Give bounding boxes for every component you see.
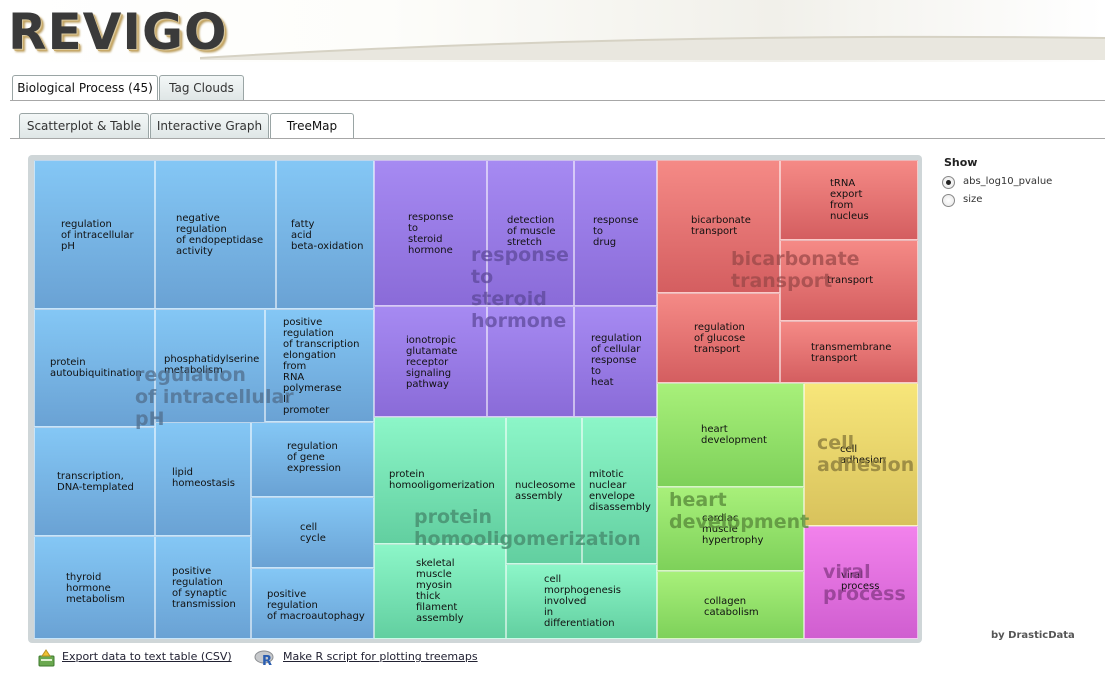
treemap-cell[interactable]: heart development	[657, 383, 804, 487]
cell-label: fatty acid beta-oxidation	[291, 219, 364, 252]
cell-label: phosphatidylserine metabolism	[164, 354, 260, 376]
treemap-cell[interactable]: regulation of gene expression	[251, 422, 374, 497]
treemap-cell[interactable]: response to steroid hormone	[374, 160, 487, 306]
show-options-panel: Show abs_log10_pvalue size	[942, 156, 1052, 211]
r-script-link[interactable]: Make R script for plotting treemaps	[283, 650, 478, 663]
view-tab-bar: Scatterplot & Table Interactive Graph Tr…	[10, 113, 1105, 139]
cell-label: positive regulation of transcription elo…	[283, 317, 360, 416]
cell-label: response to steroid hormone	[408, 212, 454, 256]
cell-label: response to drug	[593, 215, 639, 248]
cell-label: viral process	[841, 570, 880, 592]
treemap-cell[interactable]: transmembrane transport	[780, 321, 918, 383]
tab-interactive-graph[interactable]: Interactive Graph	[150, 113, 269, 138]
treemap-cell[interactable]: regulation of glucose transport	[657, 293, 780, 383]
cell-label: cell adhesion	[840, 444, 886, 466]
treemap-cell[interactable]: thyroid hormone metabolism	[34, 536, 155, 639]
tab-tag-clouds[interactable]: Tag Clouds	[159, 75, 244, 100]
top-tab-bar: Biological Process (45) Tag Clouds	[10, 75, 1105, 101]
treemap-cell[interactable]: regulation of cellular response to heat	[574, 306, 657, 417]
radio-unselected-icon[interactable]	[942, 194, 955, 207]
treemap-cell[interactable]: negative regulation of endopeptidase act…	[155, 160, 276, 309]
cell-label: cardiac muscle hypertrophy	[702, 513, 764, 546]
tab-bar-divider	[10, 100, 1105, 101]
treemap-cell[interactable]: regulation of intracellular pH	[34, 160, 155, 309]
cell-label: negative regulation of endopeptidase act…	[176, 213, 264, 257]
treemap-cell[interactable]: transcription, DNA-templated	[34, 427, 155, 536]
option-label: size	[963, 194, 983, 205]
cell-label: skeletal muscle myosin thick filament as…	[416, 558, 464, 624]
header-banner: REVIGO	[0, 0, 1105, 62]
cell-label: regulation of gene expression	[287, 441, 341, 474]
tab-treemap[interactable]: TreeMap	[270, 113, 354, 139]
treemap-cell[interactable]: positive regulation of synaptic transmis…	[155, 536, 251, 639]
treemap-cell[interactable]: cell adhesion	[804, 383, 918, 526]
show-title: Show	[944, 156, 978, 169]
treemap-cell[interactable]: positive regulation of macroautophagy	[251, 568, 374, 639]
cell-label: regulation of cellular response to heat	[591, 333, 642, 388]
radio-selected-icon[interactable]	[942, 176, 955, 189]
cell-label: nucleosome assembly	[515, 480, 576, 502]
treemap-cell[interactable]: collagen catabolism	[657, 571, 804, 639]
revigo-logo[interactable]: REVIGO	[8, 4, 228, 60]
option-abs-log10-pvalue[interactable]: abs_log10_pvalue	[942, 175, 1052, 193]
cell-label: bicarbonate transport	[691, 215, 751, 237]
option-label: abs_log10_pvalue	[963, 176, 1053, 187]
treemap-cell[interactable]: protein homooligomerization	[374, 417, 506, 544]
treemap-cell[interactable]: fatty acid beta-oxidation	[276, 160, 374, 309]
cell-label: protein autoubiquitination	[50, 357, 142, 379]
treemap-cell[interactable]: cell morphogenesis involved in different…	[506, 564, 657, 639]
cell-label: cell morphogenesis involved in different…	[544, 574, 621, 629]
treemap-cell[interactable]: cell cycle	[251, 497, 374, 568]
treemap-cell[interactable]: response to drug	[574, 160, 657, 306]
treemap-cell[interactable]: transport	[780, 240, 918, 321]
cell-label: heart development	[701, 424, 767, 446]
treemap-cell[interactable]: viral process	[804, 526, 918, 639]
treemap-cell[interactable]: lipid homeostasis	[155, 422, 251, 536]
cell-label: protein homooligomerization	[389, 469, 495, 491]
header-swoosh	[200, 35, 1105, 60]
treemap-cell[interactable]: phosphatidylserine metabolism	[155, 309, 265, 427]
svg-text:R: R	[262, 654, 272, 668]
option-size[interactable]: size	[942, 193, 982, 211]
export-csv-link[interactable]: Export data to text table (CSV)	[62, 650, 232, 663]
cell-label: transport	[827, 275, 874, 286]
credit-drasticdata: by DrasticData	[991, 630, 1075, 641]
cell-label: mitotic nuclear envelope disassembly	[589, 469, 651, 513]
tab-bar-divider	[10, 138, 1105, 139]
cell-label: regulation of intracellular pH	[61, 219, 134, 252]
tab-biological-process[interactable]: Biological Process (45)	[12, 75, 158, 101]
cell-label: ionotropic glutamate receptor signaling …	[406, 335, 458, 390]
treemap-cell[interactable]: skeletal muscle myosin thick filament as…	[374, 544, 506, 639]
cell-label: tRNA export from nucleus	[830, 178, 869, 222]
cell-label: lipid homeostasis	[172, 467, 235, 489]
cell-label: transmembrane transport	[811, 342, 892, 364]
tab-scatterplot-table[interactable]: Scatterplot & Table	[19, 113, 149, 138]
cell-label: thyroid hormone metabolism	[66, 572, 125, 605]
cell-label: transcription, DNA-templated	[57, 471, 134, 493]
cell-label: regulation of glucose transport	[694, 322, 746, 355]
cell-label: cell cycle	[300, 522, 326, 544]
export-csv-icon[interactable]	[36, 648, 58, 668]
treemap-cell[interactable]: protein autoubiquitination	[34, 309, 155, 427]
cell-label: positive regulation of synaptic transmis…	[172, 566, 236, 610]
treemap-cell[interactable]: cardiac muscle hypertrophy	[657, 487, 804, 571]
r-script-icon[interactable]: R	[254, 648, 276, 668]
treemap-cell[interactable]: nucleosome assembly	[506, 417, 582, 564]
treemap-chart: regulation of intracellular pH negative …	[28, 155, 922, 643]
treemap-cell[interactable]: tRNA export from nucleus	[780, 160, 918, 240]
treemap-cell[interactable]: positive regulation of transcription elo…	[265, 309, 374, 422]
treemap-cell[interactable]: bicarbonate transport	[657, 160, 780, 293]
treemap-cell[interactable]	[487, 306, 574, 417]
treemap-cell[interactable]: ionotropic glutamate receptor signaling …	[374, 306, 487, 417]
cell-label: detection of muscle stretch	[507, 215, 556, 248]
treemap-cell[interactable]: detection of muscle stretch	[487, 160, 574, 306]
cell-label: positive regulation of macroautophagy	[267, 589, 365, 622]
treemap-cell[interactable]: mitotic nuclear envelope disassembly	[582, 417, 657, 564]
cell-label: collagen catabolism	[704, 596, 759, 618]
